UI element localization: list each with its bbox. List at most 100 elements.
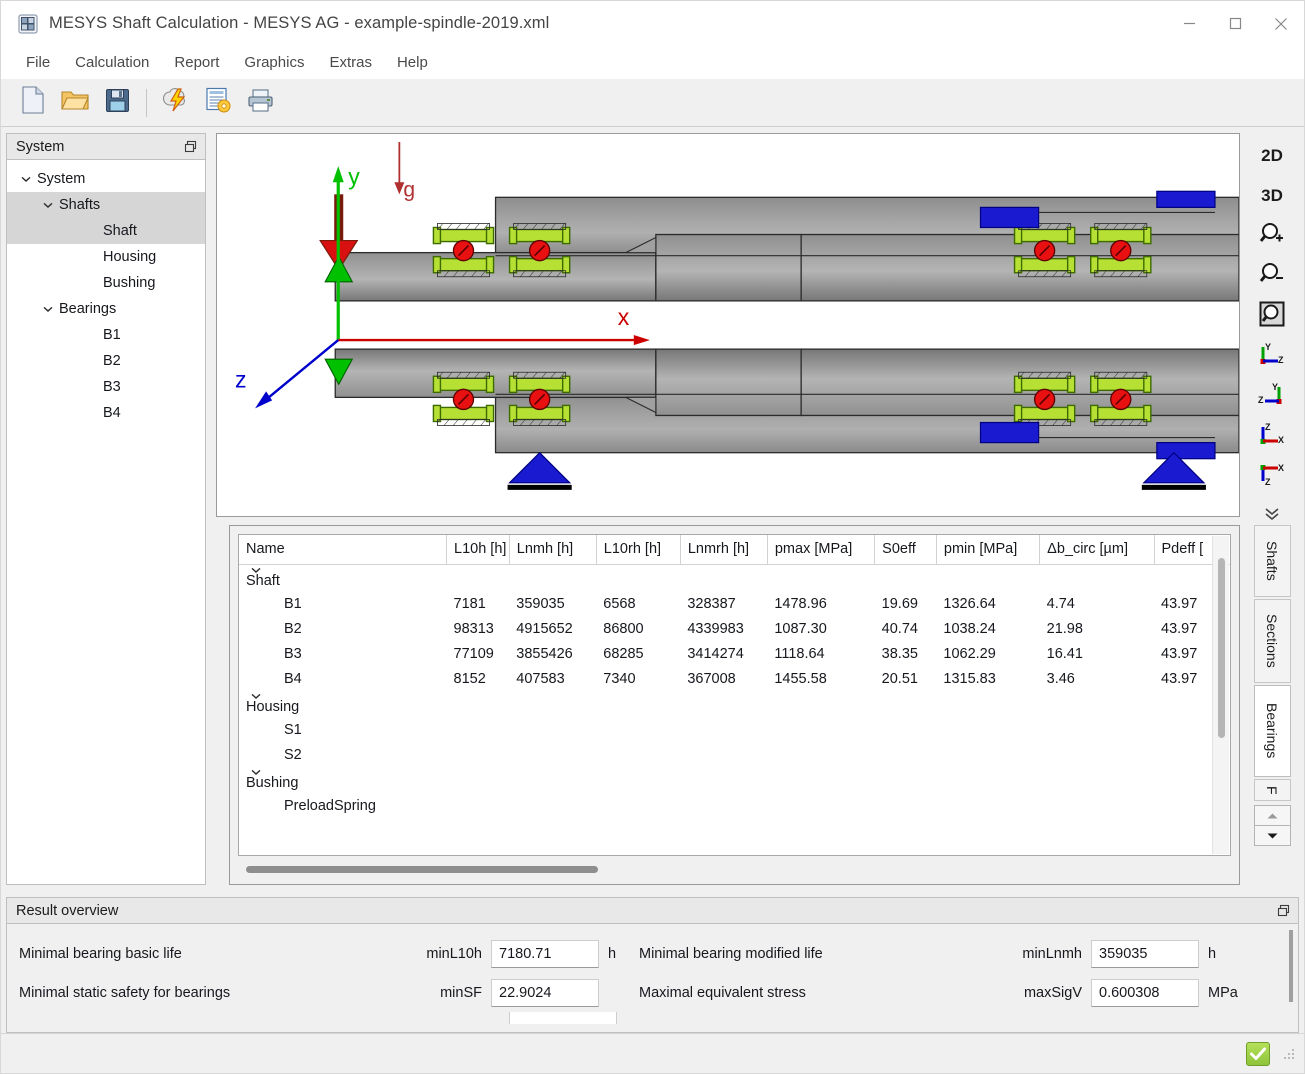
view-yz-button[interactable]: Y Z: [1253, 337, 1291, 375]
result-overview-scroll-thumb[interactable]: [1289, 930, 1293, 1002]
column-header-l10rh[interactable]: L10rh [h]: [596, 535, 680, 565]
result-unit: h: [599, 946, 639, 962]
table-row[interactable]: Shaft: [239, 565, 1230, 592]
tree-item-b1[interactable]: B1: [7, 322, 205, 348]
menu-extras[interactable]: Extras: [318, 50, 383, 75]
table-row[interactable]: Bushing: [239, 767, 1230, 793]
cell-pmax: 1087.30: [767, 616, 874, 641]
table-horizontal-scrollbar[interactable]: [238, 862, 1231, 878]
zoom-out-button[interactable]: [1253, 257, 1291, 295]
tree-item-label: Bearings: [59, 301, 116, 317]
tree-item-housing[interactable]: Housing: [7, 244, 205, 270]
column-header-l10h[interactable]: L10h [h]: [447, 535, 510, 565]
tab-sections[interactable]: Sections: [1254, 599, 1291, 683]
menu-file[interactable]: File: [15, 50, 61, 75]
chevron-down-icon[interactable]: [37, 202, 59, 208]
table-row[interactable]: B4 8152 407583 7340 367008 1455.58 20.51…: [239, 666, 1230, 691]
system-panel-header: System: [6, 133, 206, 159]
tree-item-shafts[interactable]: Shafts: [7, 192, 205, 218]
cell-l10h: 98313: [447, 616, 510, 641]
float-panel-icon[interactable]: [1274, 902, 1292, 920]
shaft-graphics-view[interactable]: y x z g: [216, 133, 1240, 517]
minlnmh-field[interactable]: 359035: [1091, 940, 1199, 968]
svg-text:X: X: [1278, 435, 1284, 445]
result-overview-scrollbar[interactable]: [1286, 930, 1296, 1030]
column-header-pmax[interactable]: pmax [MPa]: [767, 535, 874, 565]
chevron-down-icon[interactable]: [37, 306, 59, 312]
new-file-icon: [20, 86, 46, 119]
menu-graphics[interactable]: Graphics: [233, 50, 315, 75]
print-button[interactable]: [240, 83, 280, 123]
chevron-down-icon[interactable]: [15, 176, 37, 182]
tree-item-b4[interactable]: B4: [7, 400, 205, 426]
menu-calculation[interactable]: Calculation: [64, 50, 160, 75]
table-row[interactable]: B3 77109 3855426 68285 3414274 1118.64 3…: [239, 641, 1230, 666]
column-header-s0eff[interactable]: S0eff: [875, 535, 937, 565]
table-vertical-scrollbar[interactable]: [1212, 536, 1229, 854]
view-2d-button[interactable]: 2D: [1253, 137, 1291, 175]
maxsigv-field[interactable]: 0.600308: [1091, 979, 1199, 1007]
minimize-button[interactable]: [1166, 1, 1212, 46]
table-row[interactable]: B1 7181 359035 6568 328387 1478.96 19.69…: [239, 591, 1230, 616]
row-name-cell: Shaft: [239, 565, 447, 592]
row-label: Shaft: [246, 573, 280, 589]
tab-scroll-down-button[interactable]: [1254, 825, 1291, 846]
menu-report[interactable]: Report: [163, 50, 230, 75]
table-row[interactable]: PreloadSpring: [239, 793, 1230, 818]
row-label: B1: [284, 596, 302, 612]
view-zx-button[interactable]: Z X: [1253, 417, 1291, 455]
tab-shafts[interactable]: Shafts: [1254, 525, 1291, 597]
tree-item-system[interactable]: System: [7, 166, 205, 192]
menu-help[interactable]: Help: [386, 50, 439, 75]
tree-item-bearings[interactable]: Bearings: [7, 296, 205, 322]
column-header-pmin[interactable]: pmin [MPa]: [936, 535, 1039, 565]
view-zx-alt-button[interactable]: Z X: [1253, 457, 1291, 495]
view-3d-button[interactable]: 3D: [1253, 177, 1291, 215]
cell-lnmh: 407583: [509, 666, 596, 691]
tree-item-label: Shafts: [59, 197, 100, 213]
column-header-name[interactable]: Name: [239, 535, 447, 565]
tree-item-b2[interactable]: B2: [7, 348, 205, 374]
tab-forces[interactable]: F: [1254, 779, 1291, 801]
column-header-lnmrh[interactable]: Lnmrh [h]: [680, 535, 767, 565]
new-file-button[interactable]: [13, 83, 53, 123]
table-row[interactable]: S2: [239, 742, 1230, 767]
cell-pmax: 1118.64: [767, 641, 874, 666]
clipped-field[interactable]: [509, 1012, 617, 1024]
green-check-icon[interactable]: [1246, 1042, 1270, 1066]
cell-dbcirc: 4.74: [1040, 591, 1154, 616]
table-row[interactable]: Housing: [239, 691, 1230, 717]
open-folder-button[interactable]: [55, 83, 95, 123]
tab-scroll-up-button[interactable]: [1254, 805, 1291, 826]
result-label: Minimal bearing modified life: [639, 946, 823, 962]
report-settings-button[interactable]: [198, 83, 238, 123]
system-tree[interactable]: System Shafts Shaft Housing: [6, 159, 206, 885]
tree-item-bushing[interactable]: Bushing: [7, 270, 205, 296]
table-horizontal-scroll-thumb[interactable]: [246, 866, 598, 873]
results-table-container[interactable]: Name L10h [h] Lnmh [h] L10rh [h] Lnmrh […: [238, 534, 1231, 856]
zoom-fit-button[interactable]: [1253, 297, 1291, 335]
system-panel: System System: [6, 133, 206, 885]
table-row[interactable]: B2 98313 4915652 86800 4339983 1087.30 4…: [239, 616, 1230, 641]
tab-bearings[interactable]: Bearings: [1254, 685, 1291, 777]
column-header-dbcirc[interactable]: Δb_circ [µm]: [1040, 535, 1154, 565]
zoom-in-icon: [1259, 221, 1285, 252]
table-vertical-scroll-thumb[interactable]: [1218, 558, 1225, 738]
close-button[interactable]: [1258, 1, 1304, 46]
axis-zy-icon: Y Z: [1257, 381, 1287, 412]
column-header-lnmh[interactable]: Lnmh [h]: [509, 535, 596, 565]
minsf-field[interactable]: 22.9024: [491, 979, 599, 1007]
table-row[interactable]: S1: [239, 717, 1230, 742]
tree-item-shaft[interactable]: Shaft: [7, 218, 205, 244]
tree-item-b3[interactable]: B3: [7, 374, 205, 400]
zoom-in-button[interactable]: [1253, 217, 1291, 255]
calculate-button[interactable]: [156, 83, 196, 123]
resize-grip-icon[interactable]: [1282, 1047, 1296, 1061]
float-panel-icon[interactable]: [181, 138, 199, 156]
view-zy-button[interactable]: Y Z: [1253, 377, 1291, 415]
cell-dbcirc: 3.46: [1040, 666, 1154, 691]
cell-pmin: 1038.24: [936, 616, 1039, 641]
maximize-button[interactable]: [1212, 1, 1258, 46]
save-button[interactable]: [97, 83, 137, 123]
minl10h-field[interactable]: 7180.71: [491, 940, 599, 968]
